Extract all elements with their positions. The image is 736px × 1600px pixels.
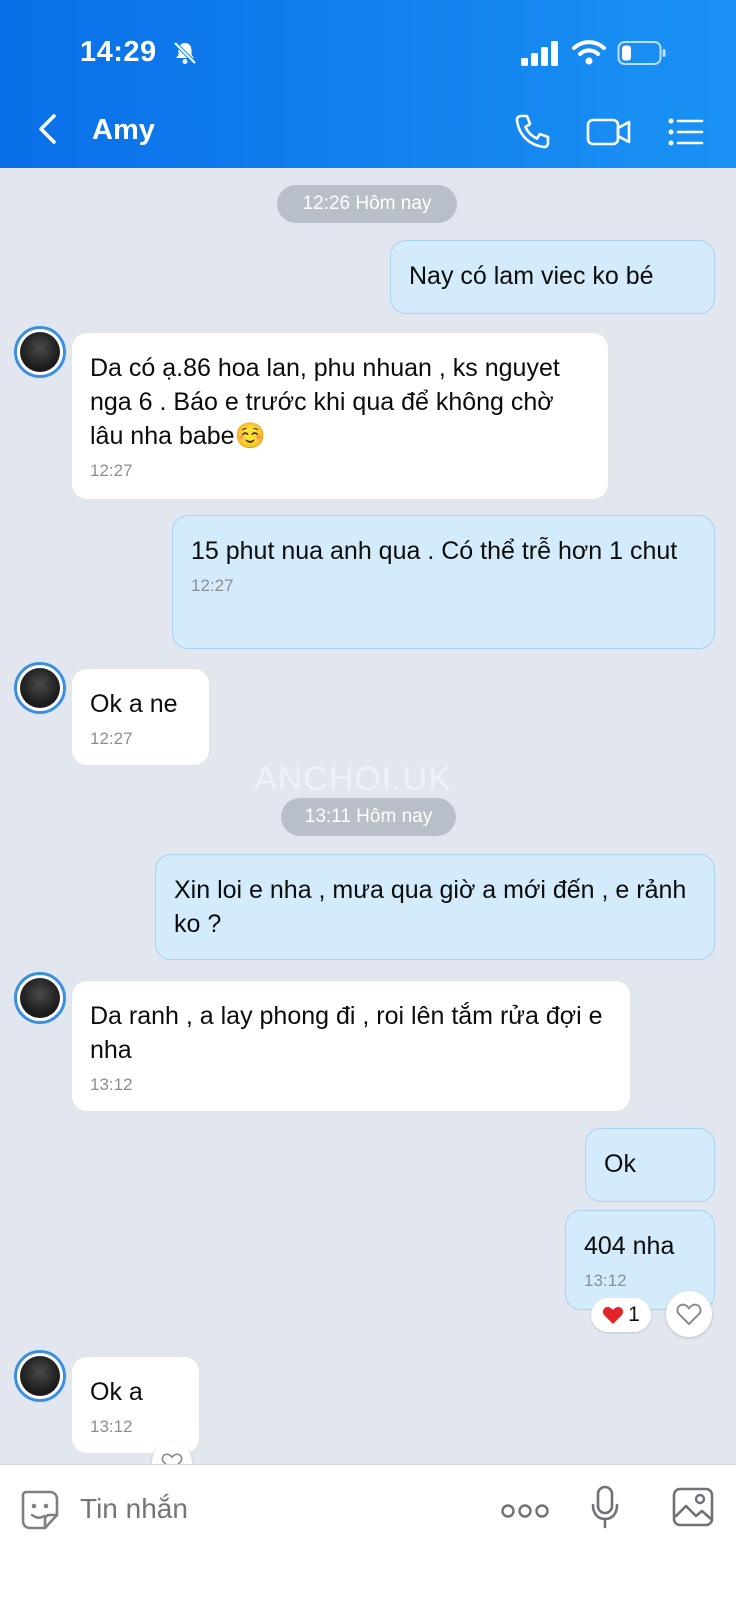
message-composer	[0, 1464, 736, 1600]
incoming-message[interactable]: Da có ạ.86 hoa lan, phu nhuan , ks nguye…	[71, 332, 609, 500]
message-text: Ok a ne	[90, 690, 178, 718]
sticker-icon[interactable]	[20, 1489, 60, 1531]
message-time: 12:27	[191, 576, 234, 595]
message-text: 404 nha	[584, 1232, 675, 1260]
message-time: 12:27	[90, 729, 133, 748]
message-time: 13:12	[90, 1075, 133, 1094]
message-text: 15 phut nua anh qua . Có thể trễ hơn 1 c…	[191, 537, 678, 565]
outgoing-message[interactable]: 15 phut nua anh qua . Có thể trễ hơn 1 c…	[172, 515, 715, 649]
heart-reaction-icon	[603, 1306, 624, 1324]
message-time: 13:12	[90, 1417, 133, 1436]
avatar[interactable]	[14, 662, 66, 714]
message-time: 12:27	[90, 461, 133, 480]
incoming-message[interactable]: Da ranh , a lay phong đi , roi lên tắm r…	[71, 980, 631, 1112]
outgoing-message[interactable]: Nay có lam viec ko bé	[390, 240, 715, 314]
app-header: 14:29 Amy	[0, 0, 736, 168]
message-text: Ok a	[90, 1378, 143, 1406]
avatar[interactable]	[14, 1350, 66, 1402]
video-icon[interactable]	[586, 112, 632, 152]
heart-icon	[676, 1303, 702, 1326]
watermark: ANCHOI.UK	[254, 760, 452, 798]
message-text: Da ranh , a lay phong đi , roi lên tắm r…	[90, 1002, 603, 1064]
avatar[interactable]	[14, 326, 66, 378]
outgoing-message[interactable]: Ok	[585, 1128, 715, 1202]
conversation-title[interactable]: Amy	[92, 114, 155, 147]
phone-icon[interactable]	[512, 112, 552, 152]
message-text: Da có ạ.86 hoa lan, phu nhuan , ks nguye…	[90, 354, 560, 450]
status-time: 14:29	[80, 36, 157, 68]
incoming-message[interactable]: Ok a ne 12:27	[71, 668, 210, 766]
image-icon[interactable]	[672, 1487, 714, 1527]
outgoing-message[interactable]: Xin loi e nha , mưa qua giờ a mới đến , …	[155, 854, 715, 960]
wifi-icon	[572, 40, 606, 65]
back-icon[interactable]	[36, 112, 60, 146]
date-separator: 13:11 Hôm nay	[281, 798, 456, 836]
more-icon[interactable]	[500, 1503, 550, 1519]
message-time: 13:12	[584, 1271, 627, 1290]
microphone-icon[interactable]	[590, 1485, 620, 1529]
message-text: Ok	[604, 1150, 636, 1178]
avatar[interactable]	[14, 972, 66, 1024]
reaction-count: 1	[628, 1303, 640, 1326]
message-text: Nay có lam viec ko bé	[409, 262, 654, 290]
message-text: Xin loi e nha , mưa qua giờ a mới đến , …	[174, 876, 687, 938]
menu-icon[interactable]	[666, 112, 706, 152]
incoming-message[interactable]: Ok a 13:12	[71, 1356, 200, 1454]
reaction-summary[interactable]: 1	[591, 1298, 651, 1332]
message-input[interactable]	[80, 1493, 460, 1525]
signal-icon	[521, 41, 558, 66]
battery-icon	[617, 41, 666, 65]
react-button[interactable]	[666, 1291, 712, 1337]
bell-muted-icon	[173, 41, 197, 65]
date-separator: 12:26 Hôm nay	[277, 185, 457, 223]
